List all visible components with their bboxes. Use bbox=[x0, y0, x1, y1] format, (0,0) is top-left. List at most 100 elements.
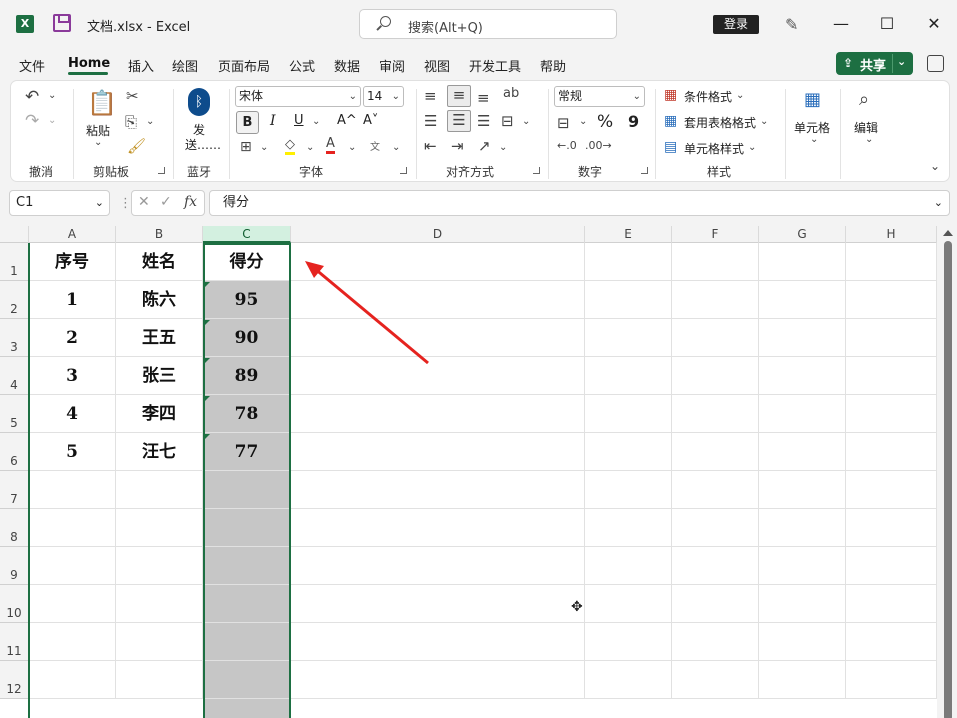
conditional-format-button[interactable]: 条件格式 bbox=[684, 88, 732, 105]
font-color-icon[interactable]: A bbox=[326, 136, 335, 154]
menu-insert[interactable]: 插入 bbox=[128, 56, 154, 75]
align-right-icon[interactable]: ☰ bbox=[477, 112, 490, 130]
cell[interactable] bbox=[846, 395, 937, 433]
column-header-f[interactable]: F bbox=[672, 226, 759, 243]
scroll-up-icon[interactable] bbox=[943, 230, 953, 236]
cell[interactable] bbox=[585, 547, 672, 585]
clipboard-launcher-icon[interactable] bbox=[158, 167, 165, 174]
cell[interactable] bbox=[203, 471, 291, 509]
minimize-button[interactable]: — bbox=[831, 14, 851, 33]
cell[interactable] bbox=[846, 281, 937, 319]
chevron-down-icon[interactable]: ⌄ bbox=[48, 90, 56, 101]
chevron-down-icon[interactable]: ⌄ bbox=[499, 142, 507, 153]
cut-icon[interactable]: ✂ bbox=[126, 87, 139, 105]
align-bottom-icon[interactable]: ≡ bbox=[477, 89, 490, 107]
align-center-icon[interactable]: ☰ bbox=[447, 110, 471, 132]
wrap-text-icon[interactable]: ab bbox=[503, 86, 519, 101]
cell[interactable] bbox=[291, 661, 585, 699]
row-header[interactable]: 7 bbox=[0, 471, 29, 509]
cell[interactable] bbox=[291, 395, 585, 433]
cell[interactable] bbox=[29, 547, 116, 585]
menu-page-layout[interactable]: 页面布局 bbox=[218, 56, 270, 75]
maximize-button[interactable]: ☐ bbox=[877, 14, 897, 33]
cell[interactable] bbox=[846, 433, 937, 471]
menu-help[interactable]: 帮助 bbox=[540, 56, 566, 75]
underline-button[interactable]: U bbox=[294, 113, 304, 128]
comment-icon[interactable] bbox=[927, 55, 944, 72]
row-header[interactable]: 1 bbox=[0, 243, 29, 281]
cell[interactable] bbox=[585, 471, 672, 509]
cell[interactable]: 2 bbox=[29, 319, 116, 357]
chevron-down-icon[interactable]: ⌄ bbox=[348, 142, 356, 153]
cell[interactable] bbox=[672, 623, 759, 661]
collapse-ribbon-icon[interactable]: ⌄ bbox=[930, 159, 940, 173]
cell[interactable] bbox=[291, 509, 585, 547]
cell[interactable] bbox=[291, 471, 585, 509]
cell[interactable] bbox=[672, 661, 759, 699]
increase-decimal-icon[interactable]: ←.0 bbox=[557, 139, 577, 152]
cell[interactable]: 陈六 bbox=[116, 281, 203, 319]
cell[interactable] bbox=[585, 623, 672, 661]
cell[interactable] bbox=[585, 661, 672, 699]
cell[interactable] bbox=[116, 585, 203, 623]
row-header[interactable]: 12 bbox=[0, 661, 29, 699]
worksheet[interactable]: A B C D E F G H 序号 姓名 得分 1 陈六 95 2 王五 90 3 张三 89 4 李四… bbox=[0, 226, 957, 718]
cell[interactable] bbox=[203, 509, 291, 547]
cell[interactable] bbox=[585, 243, 672, 281]
cancel-icon[interactable]: ✕ bbox=[138, 194, 150, 210]
cell[interactable]: 5 bbox=[29, 433, 116, 471]
menu-draw[interactable]: 绘图 bbox=[172, 56, 198, 75]
cell[interactable] bbox=[585, 509, 672, 547]
cell[interactable] bbox=[291, 547, 585, 585]
cell[interactable] bbox=[672, 281, 759, 319]
cell[interactable]: 77 bbox=[203, 433, 291, 471]
cell[interactable] bbox=[672, 471, 759, 509]
percent-button[interactable]: % bbox=[597, 112, 613, 132]
cell[interactable] bbox=[759, 243, 846, 281]
cell[interactable] bbox=[759, 661, 846, 699]
row-header[interactable]: 8 bbox=[0, 509, 29, 547]
conditional-format-icon[interactable]: ▦ bbox=[664, 87, 677, 103]
menu-data[interactable]: 数据 bbox=[334, 56, 360, 75]
cell-style-icon[interactable]: ▤ bbox=[664, 139, 677, 155]
chevron-down-icon[interactable]: ⌄ bbox=[810, 134, 818, 145]
row-header[interactable]: 4 bbox=[0, 357, 29, 395]
number-as-text-indicator[interactable] bbox=[205, 320, 210, 325]
cell[interactable] bbox=[672, 585, 759, 623]
row-header[interactable]: 5 bbox=[0, 395, 29, 433]
menu-developer[interactable]: 开发工具 bbox=[469, 56, 521, 75]
cell[interactable] bbox=[116, 509, 203, 547]
number-launcher-icon[interactable] bbox=[641, 167, 648, 174]
column-header-g[interactable]: G bbox=[759, 226, 846, 243]
cell[interactable] bbox=[846, 509, 937, 547]
font-name-select[interactable]: 宋体 ⌄ bbox=[235, 86, 361, 107]
align-middle-icon[interactable]: ≡ bbox=[447, 85, 471, 107]
column-header-b[interactable]: B bbox=[116, 226, 203, 243]
menu-review[interactable]: 审阅 bbox=[379, 56, 405, 75]
number-format-select[interactable]: 常规 ⌄ bbox=[554, 86, 645, 107]
grow-font-button[interactable]: A^ bbox=[337, 113, 357, 128]
chevron-down-icon[interactable]: ⌄ bbox=[94, 137, 102, 148]
cell-style-button[interactable]: 单元格样式 bbox=[684, 140, 744, 157]
bold-button[interactable]: B bbox=[236, 111, 259, 134]
scrollbar-thumb[interactable] bbox=[944, 241, 952, 718]
cell[interactable] bbox=[846, 623, 937, 661]
cell[interactable] bbox=[585, 281, 672, 319]
menu-formulas[interactable]: 公式 bbox=[289, 56, 315, 75]
fill-color-icon[interactable]: ◇ bbox=[285, 137, 295, 155]
chevron-down-icon[interactable]: ⌄ bbox=[522, 116, 530, 127]
cell[interactable] bbox=[672, 357, 759, 395]
column-header-e[interactable]: E bbox=[585, 226, 672, 243]
row-header[interactable]: 11 bbox=[0, 623, 29, 661]
cell[interactable] bbox=[759, 357, 846, 395]
italic-button[interactable]: I bbox=[270, 113, 276, 129]
cell[interactable] bbox=[759, 509, 846, 547]
shrink-font-button[interactable]: A˅ bbox=[363, 113, 378, 128]
cell[interactable] bbox=[759, 547, 846, 585]
cell[interactable] bbox=[759, 433, 846, 471]
cell[interactable] bbox=[672, 395, 759, 433]
cell[interactable] bbox=[29, 585, 116, 623]
cell[interactable] bbox=[672, 319, 759, 357]
border-icon[interactable]: ⊞ bbox=[240, 139, 252, 155]
chevron-down-icon[interactable]: ⌄ bbox=[897, 55, 906, 68]
